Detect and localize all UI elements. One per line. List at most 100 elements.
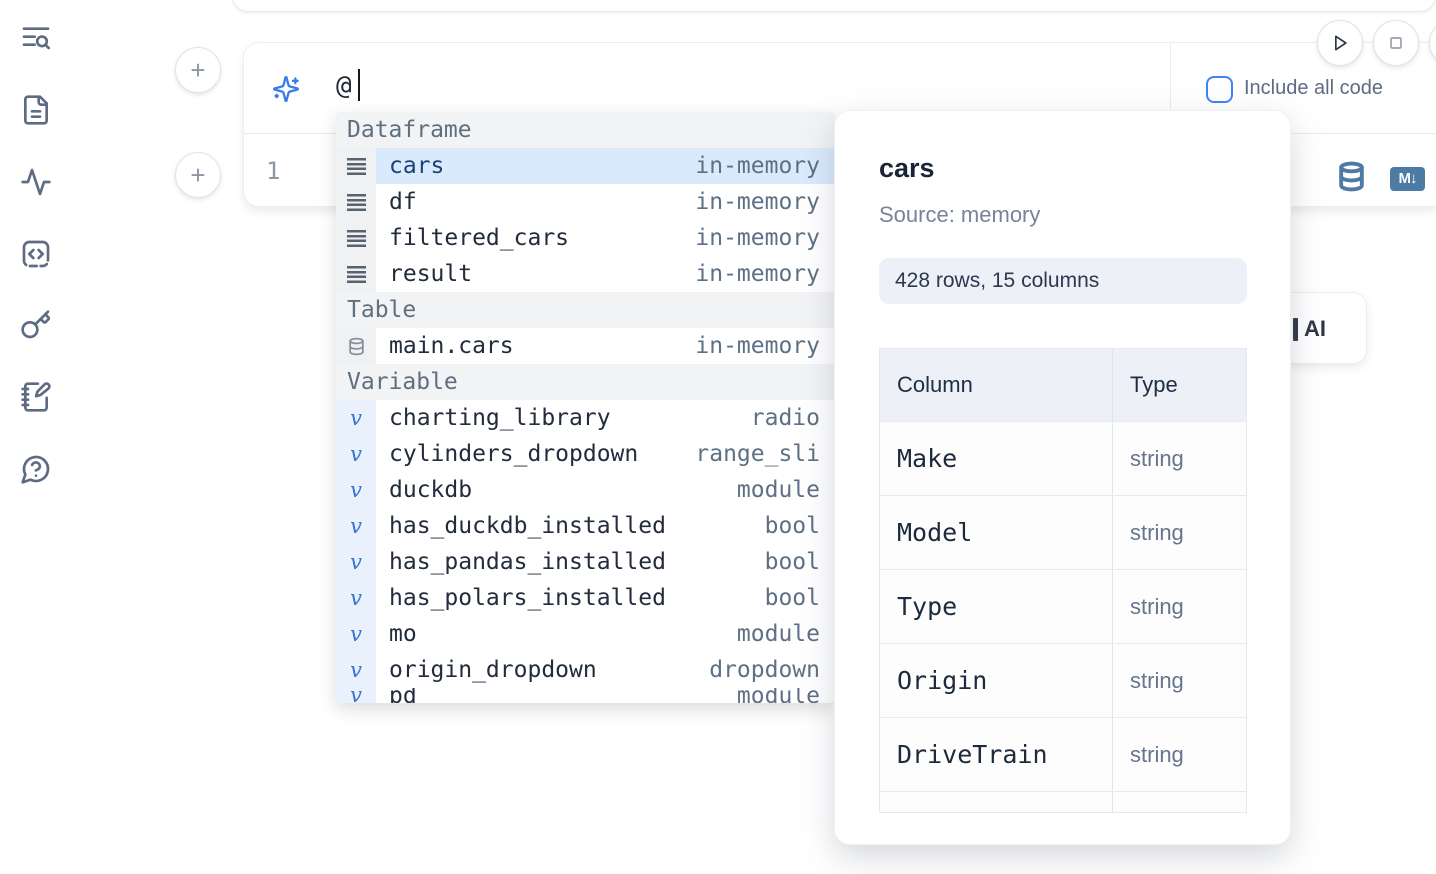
autocomplete-item-name: pd: [389, 688, 417, 703]
autocomplete-item-type: module: [737, 688, 820, 703]
dataframe-rows-icon: [347, 230, 366, 247]
play-icon: [1330, 33, 1350, 53]
run-cell-button[interactable]: [1317, 20, 1363, 66]
autocomplete-item[interactable]: v origin_dropdown dropdown: [336, 652, 834, 688]
autocomplete-item[interactable]: v has_pandas_installed bool: [336, 544, 834, 580]
dataframe-rows-icon: [347, 158, 366, 175]
previous-cell-bottom: [232, 0, 1436, 12]
variable-icon: v: [350, 588, 362, 609]
variable-icon: v: [350, 480, 362, 501]
schema-table-header: Column Type: [880, 349, 1246, 422]
autocomplete-item-type: in-memory: [695, 333, 820, 359]
autocomplete-item[interactable]: result in-memory: [336, 256, 834, 292]
autocomplete-item-name: has_pandas_installed: [389, 549, 666, 575]
include-all-code-checkbox[interactable]: [1206, 76, 1233, 103]
search-list-icon[interactable]: [20, 22, 52, 54]
line-number: 1: [266, 157, 280, 185]
autocomplete-item[interactable]: v pd module: [336, 688, 834, 703]
table-database-icon: [347, 337, 366, 356]
column-name: Model: [897, 518, 972, 547]
variable-icon: v: [350, 624, 362, 645]
help-chat-icon[interactable]: [20, 453, 52, 485]
ai-sparkles-icon: [272, 75, 300, 103]
schema-table-row: Model string: [880, 496, 1246, 570]
column-name: DriveTrain: [897, 740, 1048, 769]
autocomplete-dropdown[interactable]: Dataframe cars in-memory df in-memory: [336, 112, 834, 703]
scratchpad-icon[interactable]: [20, 381, 52, 413]
autocomplete-item[interactable]: v mo module: [336, 616, 834, 652]
text-caret: [358, 69, 360, 101]
stop-cell-button[interactable]: [1373, 20, 1419, 66]
column-header: Column: [880, 349, 1113, 421]
dataframe-preview-panel: cars Source: memory 428 rows, 15 columns…: [834, 110, 1291, 845]
schema-table-row: Origin string: [880, 644, 1246, 718]
left-sidebar: [0, 0, 72, 874]
column-name: Make: [897, 444, 957, 473]
type-header: Type: [1113, 349, 1246, 421]
shape-badge: 428 rows, 15 columns: [879, 258, 1247, 304]
activity-icon[interactable]: [20, 166, 52, 198]
autocomplete-item-name: df: [389, 189, 417, 215]
autocomplete-item-type: in-memory: [695, 261, 820, 287]
clipped-letter: [1293, 318, 1298, 341]
autocomplete-item-name: mo: [389, 621, 417, 647]
plus-icon: +: [190, 162, 205, 188]
autocomplete-item[interactable]: v charting_library radio: [336, 400, 834, 436]
autocomplete-item-name: origin_dropdown: [389, 657, 597, 683]
autocomplete-item-type: bool: [765, 513, 820, 539]
variable-icon: v: [350, 516, 362, 537]
autocomplete-item[interactable]: v cylinders_dropdown range_sli: [336, 436, 834, 472]
variable-icon: v: [350, 408, 362, 429]
key-icon[interactable]: [20, 309, 52, 341]
column-name: Origin: [897, 666, 987, 695]
schema-table-row: Make string: [880, 422, 1246, 496]
schema-table-row: Type string: [880, 570, 1246, 644]
autocomplete-item[interactable]: df in-memory: [336, 184, 834, 220]
autocomplete-item-name: cylinders_dropdown: [389, 441, 638, 467]
ai-prompt-input[interactable]: @: [336, 71, 352, 101]
column-type: string: [1130, 594, 1184, 620]
database-icon[interactable]: [1336, 161, 1367, 192]
variable-icon: v: [350, 660, 362, 681]
autocomplete-item-name: duckdb: [389, 477, 472, 503]
add-cell-below-button[interactable]: +: [175, 152, 221, 198]
dataframe-rows-icon: [347, 266, 366, 283]
schema-table-row: [880, 792, 1246, 813]
autocomplete-item[interactable]: main.cars in-memory: [336, 328, 834, 364]
column-name: Type: [897, 592, 957, 621]
autocomplete-item-name: has_polars_installed: [389, 585, 666, 611]
autocomplete-section-header: Dataframe: [336, 112, 834, 148]
autocomplete-item-type: radio: [751, 405, 820, 431]
autocomplete-item[interactable]: v has_duckdb_installed bool: [336, 508, 834, 544]
snippets-icon[interactable]: [20, 238, 52, 270]
preview-title: cars: [879, 153, 935, 184]
column-type: string: [1130, 668, 1184, 694]
column-type: string: [1130, 446, 1184, 472]
plus-icon: +: [190, 57, 205, 83]
autocomplete-item-name: has_duckdb_installed: [389, 513, 666, 539]
autocomplete-item-name: main.cars: [389, 333, 514, 359]
variable-icon: v: [350, 688, 362, 703]
stop-icon: [1386, 33, 1406, 53]
autocomplete-item-type: in-memory: [695, 225, 820, 251]
autocomplete-item[interactable]: v has_polars_installed bool: [336, 580, 834, 616]
autocomplete-section-header: Variable: [336, 364, 834, 400]
autocomplete-item-name: cars: [389, 153, 444, 179]
dataframe-rows-icon: [347, 194, 366, 211]
autocomplete-item[interactable]: v duckdb module: [336, 472, 834, 508]
column-type: string: [1130, 742, 1184, 768]
autocomplete-item-type: bool: [765, 585, 820, 611]
autocomplete-item-type: dropdown: [709, 657, 820, 683]
autocomplete-item[interactable]: cars in-memory: [336, 148, 834, 184]
autocomplete-section-header: Table: [336, 292, 834, 328]
markdown-icon[interactable]: M↓: [1390, 167, 1425, 191]
file-text-icon[interactable]: [20, 94, 52, 126]
schema-table-body: Make string Model string Type string Ori…: [880, 422, 1246, 813]
autocomplete-item[interactable]: filtered_cars in-memory: [336, 220, 834, 256]
schema-table: Column Type Make string Model string Typ…: [879, 348, 1247, 813]
autocomplete-item-type: in-memory: [695, 153, 820, 179]
variable-icon: v: [350, 552, 362, 573]
preview-source: Source: memory: [879, 202, 1040, 228]
add-cell-above-button[interactable]: +: [175, 47, 221, 93]
autocomplete-item-name: charting_library: [389, 405, 611, 431]
